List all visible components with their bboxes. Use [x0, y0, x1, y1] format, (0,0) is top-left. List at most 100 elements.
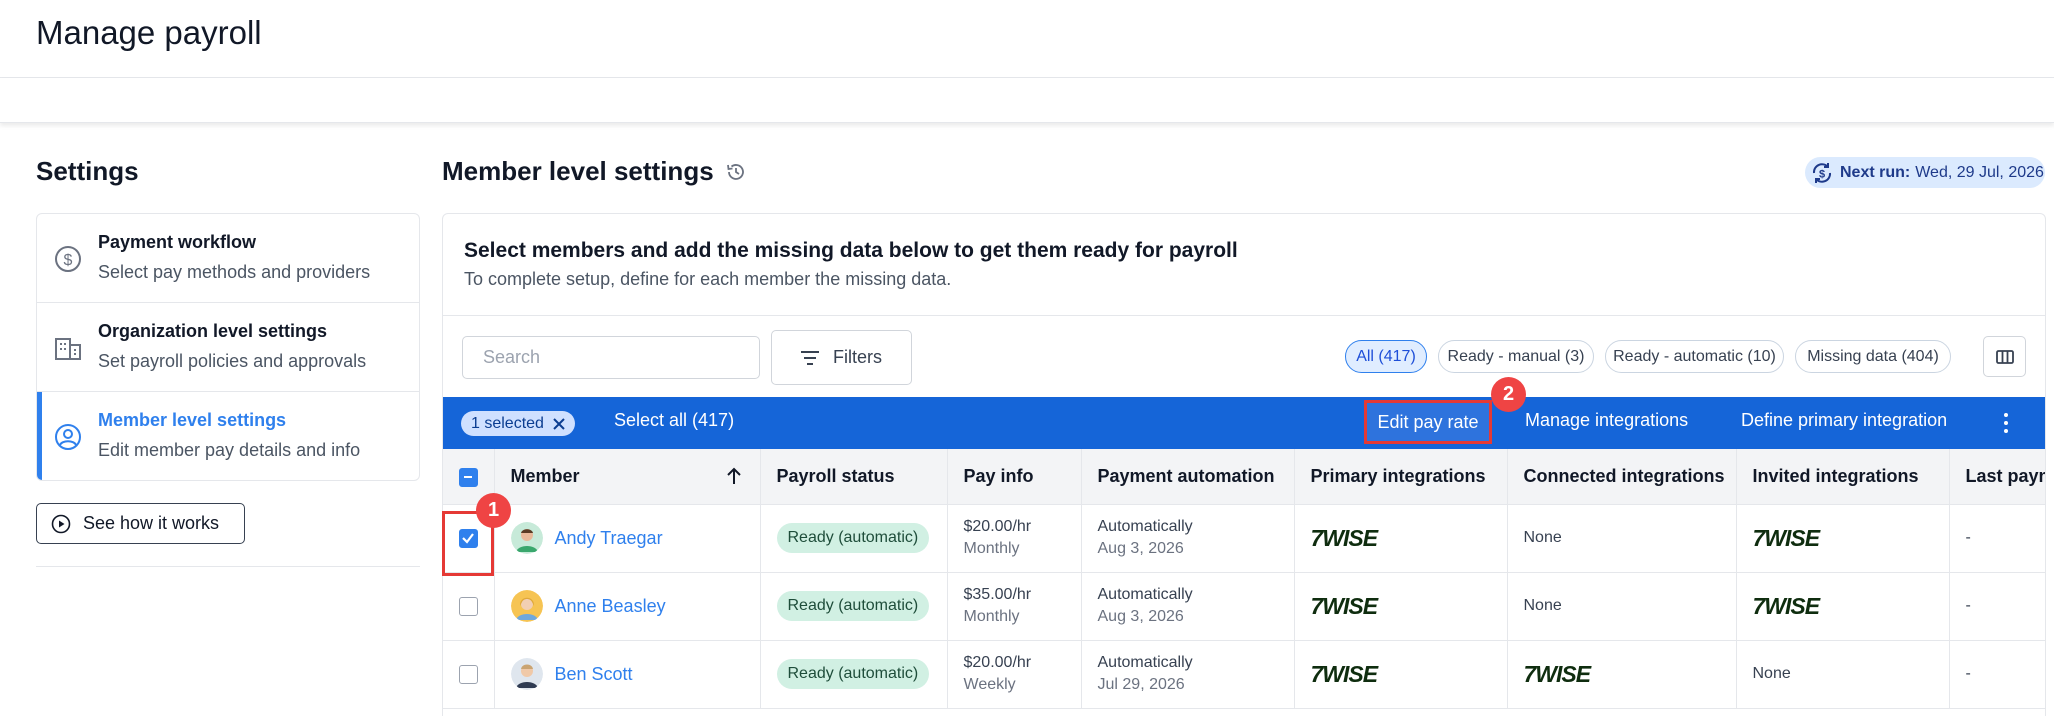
table-row[interactable]: Andy Traegar Ready (automatic) $20.00/hr… — [443, 504, 2045, 573]
invited-integration-cell: 7WISE — [1736, 572, 1950, 641]
row-checkbox-cell[interactable] — [443, 640, 495, 709]
automation-mode: Automatically — [1097, 518, 1193, 535]
column-header-member[interactable]: Member — [494, 449, 761, 505]
columns-button[interactable] — [1983, 336, 2026, 377]
panel-description: To complete setup, define for each membe… — [464, 269, 952, 289]
status-badge: Ready (automatic) — [776, 659, 930, 689]
pay-rate: $20.00/hr — [963, 518, 1032, 535]
next-run-badge: $ Next run: Wed, 29 Jul, 2026 — [1805, 157, 2045, 188]
row-checkbox[interactable] — [458, 664, 478, 684]
column-header-invited-integrations[interactable]: Invited integrations — [1736, 449, 1950, 505]
pay-rate: $35.00/hr — [963, 586, 1032, 603]
avatar — [510, 658, 543, 690]
filters-label: Filters — [833, 347, 882, 367]
row-checkbox[interactable] — [458, 596, 478, 616]
column-header-connected-integrations[interactable]: Connected integrations — [1507, 449, 1737, 505]
member-cell[interactable]: Andy Traegar — [494, 504, 761, 573]
history-icon[interactable] — [725, 161, 747, 183]
settings-item-desc: Select pay methods and providers — [98, 262, 371, 282]
filter-chip-ready-manual[interactable]: Ready - manual (3) — [1438, 340, 1594, 373]
see-how-it-works-button[interactable]: See how it works — [36, 503, 245, 544]
user-circle-icon — [55, 424, 81, 450]
table-row[interactable]: Anne Beasley Ready (automatic) $35.00/hr… — [443, 572, 2045, 641]
payroll-status-cell: Ready (automatic) — [760, 640, 948, 709]
select-all-checkbox[interactable] — [458, 467, 478, 487]
member-name-link[interactable]: Anne Beasley — [555, 596, 666, 617]
search-input[interactable] — [462, 336, 760, 379]
pay-frequency: Monthly — [963, 608, 1020, 625]
settings-item-desc: Set payroll policies and approvals — [98, 351, 367, 371]
connected-integration-cell: 7WISE — [1507, 640, 1737, 709]
select-all-link[interactable]: Select all (417) — [614, 410, 734, 431]
define-primary-integration-button[interactable]: Define primary integration — [1741, 410, 1947, 431]
more-options-icon[interactable] — [1998, 410, 2014, 436]
column-header-pay-info[interactable]: Pay info — [947, 449, 1082, 505]
wise-logo: 7WISE — [1523, 660, 1592, 687]
connected-integration-cell: None — [1507, 504, 1737, 573]
selected-count-chip[interactable]: 1 selected — [461, 411, 575, 436]
payroll-status-cell: Ready (automatic) — [760, 572, 948, 641]
status-badge: Ready (automatic) — [776, 591, 930, 621]
settings-item-title: Organization level settings — [98, 321, 328, 341]
invited-integration-cell: 7WISE — [1736, 504, 1950, 573]
column-header-primary-integrations[interactable]: Primary integrations — [1294, 449, 1508, 505]
avatar — [510, 522, 543, 554]
sync-dollar-icon: $ — [1812, 162, 1832, 183]
table-header-row: Member Payroll status Pay info Payment a… — [443, 449, 2045, 505]
play-circle-icon — [51, 514, 71, 533]
payroll-status-cell: Ready (automatic) — [760, 504, 948, 573]
table-row[interactable]: Ben Scott Ready (automatic) $20.00/hr Wee… — [443, 640, 2045, 709]
wise-logo: 7WISE — [1310, 592, 1379, 619]
sub-header-bar — [0, 78, 2054, 123]
pay-rate: $20.00/hr — [963, 654, 1032, 671]
automation-mode: Automatically — [1097, 654, 1193, 671]
member-name-link[interactable]: Andy Traegar — [555, 528, 663, 549]
settings-item-member-level[interactable]: Member level settings Edit member pay de… — [37, 392, 419, 480]
close-icon[interactable] — [553, 417, 565, 430]
pay-info-cell: $35.00/hr Monthly — [947, 572, 1082, 641]
last-payment-cell: - — [1949, 572, 2045, 641]
payment-automation-cell: Automatically Aug 3, 2026 — [1081, 504, 1295, 573]
filter-chip-ready-automatic[interactable]: Ready - automatic (10) — [1605, 340, 1784, 373]
wise-logo: 7WISE — [1310, 660, 1379, 687]
automation-date: Aug 3, 2026 — [1097, 608, 1184, 625]
wise-logo: 7WISE — [1752, 592, 1821, 619]
selected-count-label: 1 selected — [471, 414, 544, 432]
automation-date: Aug 3, 2026 — [1097, 540, 1184, 557]
divider — [443, 315, 2045, 316]
settings-item-organization[interactable]: Organization level settings Set payroll … — [37, 303, 419, 392]
sort-ascending-icon[interactable] — [726, 467, 742, 485]
members-panel: Select members and add the missing data … — [442, 213, 2046, 716]
filters-button[interactable]: Filters — [771, 330, 912, 385]
primary-integration-cell: 7WISE — [1294, 572, 1508, 641]
divider — [36, 566, 420, 567]
column-header-payment-automation[interactable]: Payment automation — [1081, 449, 1295, 505]
filter-chip-all[interactable]: All (417) — [1345, 340, 1427, 373]
member-cell[interactable]: Anne Beasley — [494, 572, 761, 641]
last-payment-cell: - — [1949, 504, 2045, 573]
column-header-payroll-status[interactable]: Payroll status — [760, 449, 948, 505]
panel-title: Select members and add the missing data … — [464, 239, 1238, 262]
pay-frequency: Weekly — [963, 676, 1016, 693]
edit-pay-rate-button[interactable]: Edit pay rate — [1364, 400, 1492, 444]
last-payment-cell: - — [1949, 640, 2045, 709]
manage-integrations-button[interactable]: Manage integrations — [1525, 410, 1688, 431]
settings-item-payment-workflow[interactable]: $ Payment workflow Select pay methods an… — [37, 214, 419, 303]
next-run-label: Next run: — [1840, 163, 1911, 181]
pay-info-cell: $20.00/hr Monthly — [947, 504, 1082, 573]
settings-title: Settings — [36, 156, 139, 186]
member-name-link[interactable]: Ben Scott — [555, 664, 633, 685]
page-header: Manage payroll — [0, 0, 2054, 78]
filter-chip-missing-data[interactable]: Missing data (404) — [1795, 340, 1951, 373]
svg-text:$: $ — [64, 252, 73, 269]
payment-automation-cell: Automatically Jul 29, 2026 — [1081, 640, 1295, 709]
see-how-label: See how it works — [83, 513, 220, 533]
next-run-value: Wed, 29 Jul, 2026 — [1915, 163, 2044, 181]
settings-item-title: Member level settings — [98, 410, 287, 430]
primary-integration-cell: 7WISE — [1294, 504, 1508, 573]
row-checkbox-cell[interactable] — [443, 572, 495, 641]
column-header-last-payment[interactable]: Last paym — [1949, 449, 2045, 505]
member-cell[interactable]: Ben Scott — [494, 640, 761, 709]
wise-logo: 7WISE — [1310, 524, 1379, 551]
column-header-label: Member — [510, 465, 580, 486]
